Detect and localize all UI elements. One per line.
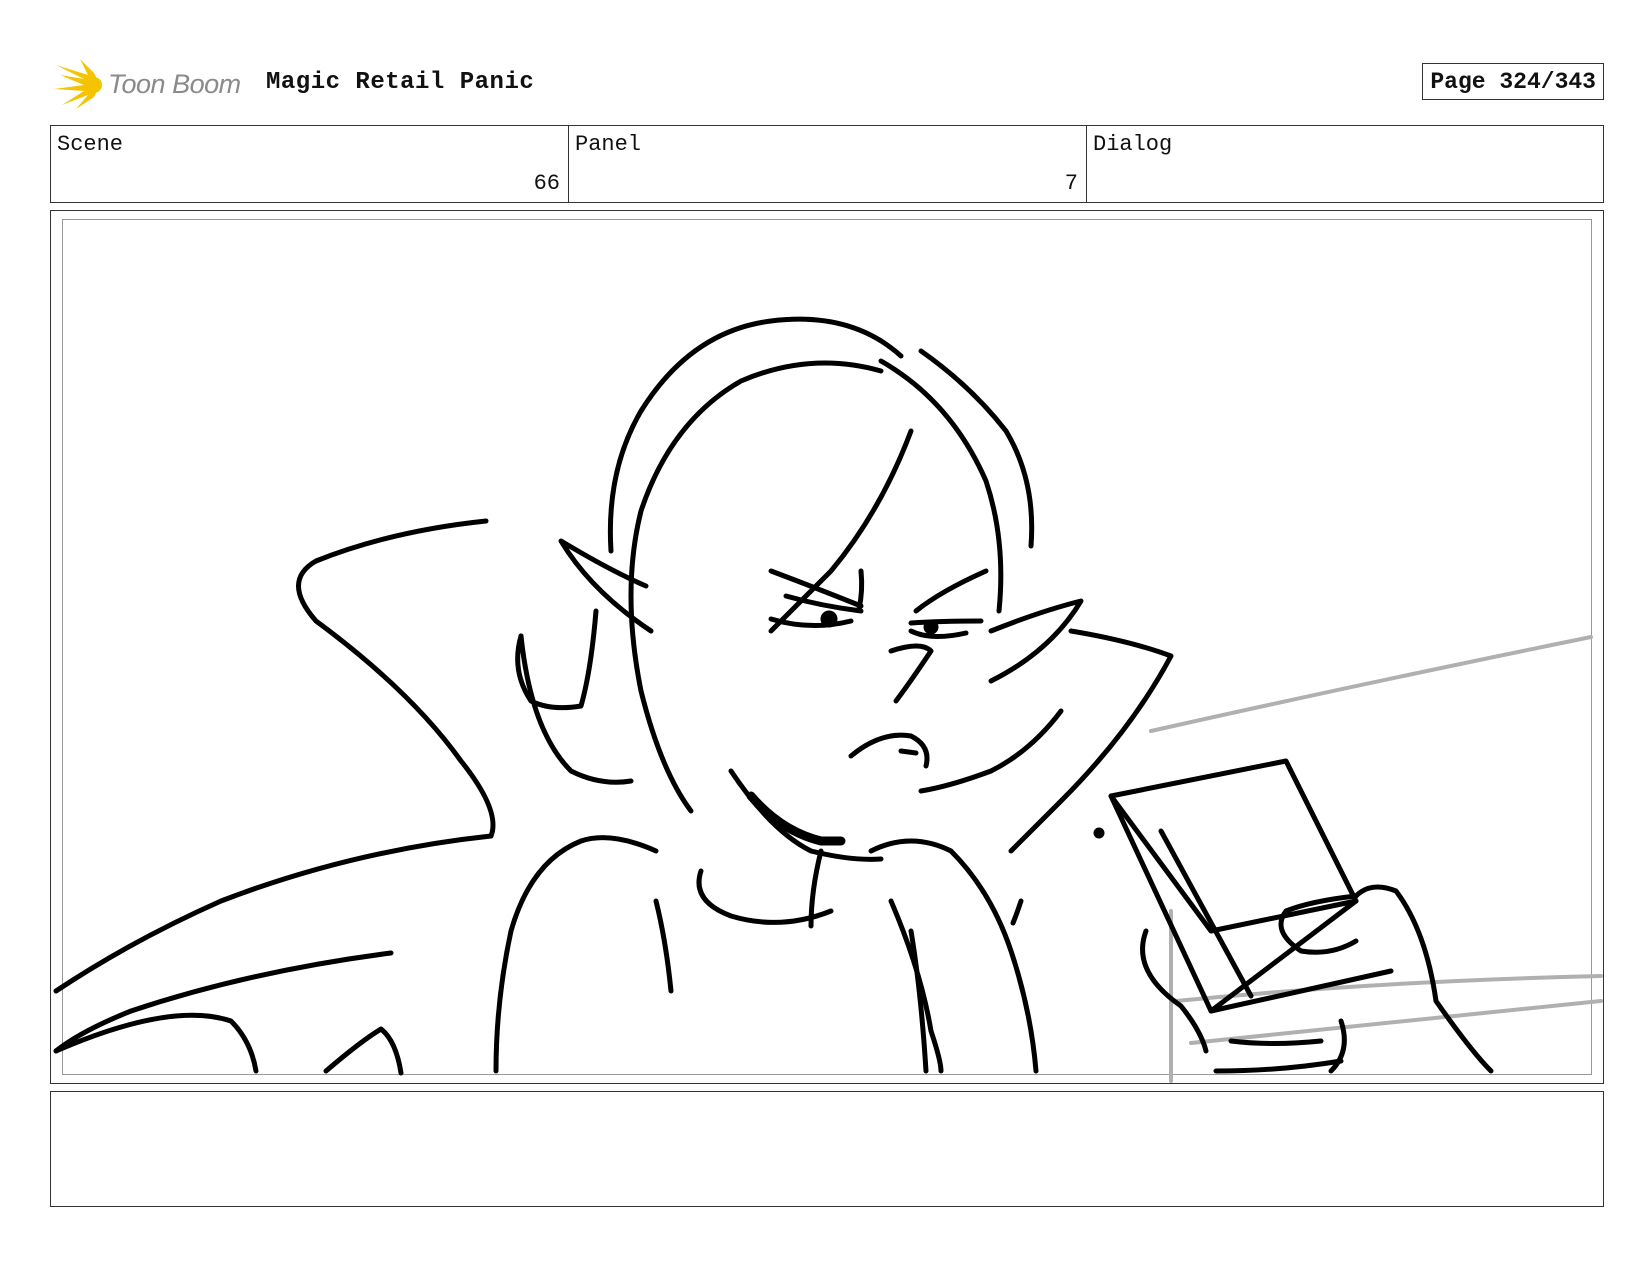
starburst-icon	[54, 59, 102, 109]
scene-cell: Scene 66	[51, 126, 569, 202]
panel-sketch	[53, 316, 1603, 1083]
scene-value: 66	[533, 171, 560, 196]
toon-boom-logo: Toon Boom	[54, 59, 250, 109]
page-number: Page 324/343	[1422, 63, 1604, 100]
scene-label: Scene	[57, 132, 124, 157]
dialog-label: Dialog	[1093, 132, 1173, 157]
storyboard-panel-frame	[50, 210, 1604, 1084]
storyboard-header: Toon Boom Magic Retail Panic Page 324/34…	[50, 55, 1604, 109]
project-title: Magic Retail Panic	[266, 69, 535, 96]
brand-name: Toon Boom	[108, 69, 241, 99]
panel-info-row: Scene 66 Panel 7 Dialog	[50, 125, 1604, 203]
panel-cell: Panel 7	[569, 126, 1087, 202]
panel-value: 7	[1064, 171, 1078, 196]
panel-label: Panel	[575, 132, 642, 157]
notes-box	[50, 1091, 1604, 1207]
dialog-cell: Dialog	[1087, 126, 1603, 202]
